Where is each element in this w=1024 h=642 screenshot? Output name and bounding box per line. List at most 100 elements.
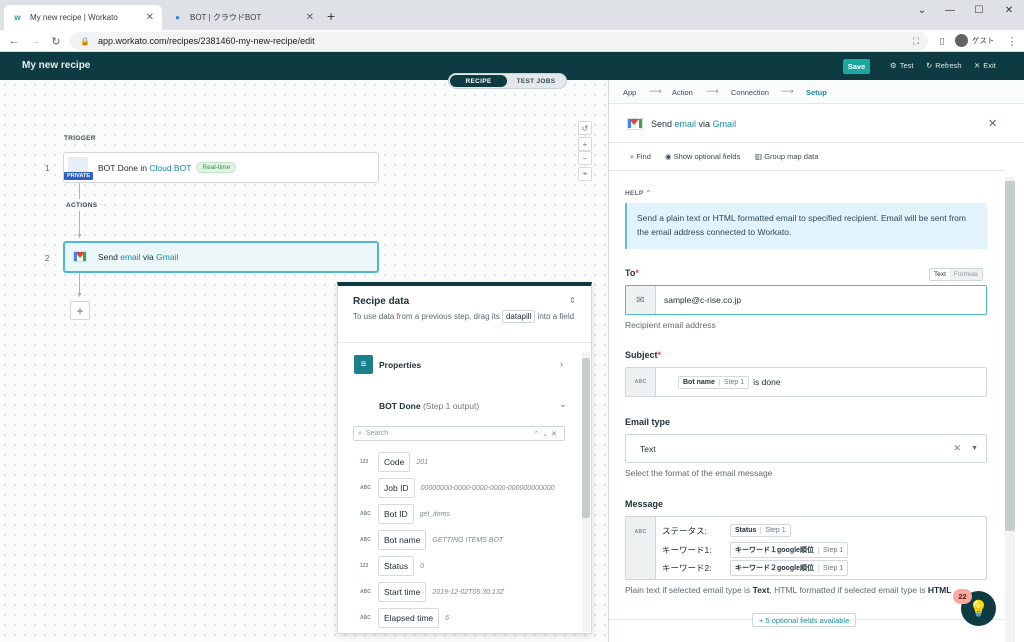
to-field[interactable]: ✉ sample@c-rise.co.jp <box>625 285 987 315</box>
step-number: 2 <box>45 254 50 263</box>
to-value[interactable]: sample@c-rise.co.jp <box>664 295 741 305</box>
pill-sample-value: 0 <box>420 562 425 570</box>
pill-row[interactable]: 123 Code 201 <box>360 452 428 472</box>
pill-row[interactable]: ABC Bot name GETTING ITEMS BOT <box>360 530 503 550</box>
datapill[interactable]: Job ID <box>378 478 415 498</box>
maximize-icon[interactable]: ☐ <box>964 0 994 20</box>
arrow-right-icon: ⟶ <box>781 86 794 96</box>
show-optional-fields-button[interactable]: ◉ Show optional fields <box>665 152 740 161</box>
refresh-icon: ↻ <box>926 61 933 70</box>
rotate-icon[interactable]: ↺ <box>578 121 592 135</box>
envelope-icon: ✉ <box>626 286 656 314</box>
pill-row[interactable]: ABC Start time 2019-12-02T05:30:13Z <box>360 582 504 602</box>
breadcrumb-connection[interactable]: Connection <box>731 88 769 97</box>
gmail-icon <box>73 251 87 262</box>
more-menu-icon[interactable]: ⋮ <box>1004 33 1020 49</box>
translate-icon[interactable]: ⛶ <box>908 33 924 49</box>
pill-row[interactable]: 123 Status 0 <box>360 556 424 576</box>
window-close-icon[interactable]: ✕ <box>994 0 1024 20</box>
gmail-icon <box>627 118 643 130</box>
datapill[interactable]: Elapsed time <box>378 608 440 628</box>
to-hint: Recipient email address <box>625 320 716 330</box>
fit-view-icon[interactable]: ⌖ <box>578 167 592 181</box>
chevron-down-icon[interactable]: ⌄ <box>907 0 937 20</box>
sidebar-icon[interactable]: ▯ <box>934 33 950 49</box>
trigger-step-card[interactable]: BOT Done in Cloud BOT Real-time <box>63 152 379 183</box>
find-button[interactable]: ⌕ Find <box>630 152 651 162</box>
exit-button[interactable]: ✕ Exit <box>974 61 996 70</box>
datapill-bot-name[interactable]: Bot name Step 1 <box>678 375 750 389</box>
expand-icon[interactable]: ⇕ <box>569 296 576 305</box>
chevron-down-icon[interactable]: ⌄ <box>559 399 567 410</box>
datapill[interactable]: Start time <box>378 582 427 602</box>
subject-label: Subject* <box>625 350 661 360</box>
search-icon: ⌕ <box>630 152 635 161</box>
datapill[interactable]: Bot name <box>378 530 427 550</box>
pill-row[interactable]: ABC Elapsed time 6 <box>360 608 449 628</box>
scrollbar-thumb[interactable] <box>1005 181 1015 531</box>
optional-fields-button[interactable]: + 5 optional fields available <box>752 613 857 627</box>
title-mid: via <box>696 119 713 129</box>
scrollbar-thumb[interactable] <box>582 358 590 518</box>
arrow-right-icon: ⟶ <box>649 86 662 96</box>
properties-label[interactable]: Properties <box>379 360 421 370</box>
breadcrumb-app[interactable]: App <box>623 88 636 97</box>
forward-arrow-icon[interactable]: → <box>27 33 43 49</box>
step-number: 1 <box>45 164 50 173</box>
recipe-title[interactable]: My new recipe <box>22 60 90 71</box>
browser-tab-workato[interactable]: w My new recipe | Workato ✕ <box>4 5 162 30</box>
refresh-button[interactable]: ↻ Refresh <box>926 61 962 70</box>
datapill[interactable]: Status <box>378 556 415 576</box>
mode-formula-button[interactable]: Formula <box>949 269 982 280</box>
close-panel-icon[interactable]: ✕ <box>988 117 997 130</box>
pill-row[interactable]: ABC Bot ID get_items <box>360 504 450 524</box>
chevron-right-icon[interactable]: › <box>560 359 563 369</box>
breadcrumb-action[interactable]: Action <box>672 88 693 97</box>
tab-close-icon[interactable]: ✕ <box>306 12 314 23</box>
subject-label-text: Subject <box>625 350 658 360</box>
datapill-status[interactable]: Status Step 1 <box>730 524 791 537</box>
zoom-in-icon[interactable]: + <box>578 137 592 151</box>
zoom-out-icon[interactable]: − <box>578 151 592 165</box>
action-step-card[interactable]: Send email via Gmail <box>63 241 379 273</box>
subject-field[interactable]: ABC Bot name Step 1 is done <box>625 367 987 397</box>
group-map-data-button[interactable]: ▥ Group map data <box>755 152 818 161</box>
tab-close-icon[interactable]: ✕ <box>146 12 154 23</box>
mode-text-button[interactable]: Text <box>930 269 950 280</box>
browser-tab-bot[interactable]: ● BOT | クラウドBOT ✕ <box>164 5 322 30</box>
email-type-select[interactable]: Text ✕ ▼ <box>625 434 987 463</box>
datapill[interactable]: Code <box>378 452 411 472</box>
breadcrumb-setup[interactable]: Setup <box>806 88 827 97</box>
url-input[interactable]: 🔒 app.workato.com/recipes/2381460-my-new… <box>70 32 928 50</box>
search-nav-icons[interactable]: ⌃⌄✕ <box>533 430 564 438</box>
test-button[interactable]: ⚙ Test <box>890 61 914 70</box>
reload-icon[interactable]: ↻ <box>48 33 64 49</box>
new-tab-icon[interactable]: + <box>327 8 335 24</box>
clear-icon[interactable]: ✕ <box>954 443 962 454</box>
tab-test-jobs[interactable]: TEST JOBS <box>507 75 565 87</box>
tab-recipe[interactable]: RECIPE <box>450 75 507 87</box>
add-step-button[interactable]: + <box>70 301 90 320</box>
private-badge: PRIVATE <box>64 172 94 180</box>
datapill-keyword-2[interactable]: キーワード２google順位 Step 1 <box>730 560 849 576</box>
minimize-icon[interactable]: — <box>935 0 965 20</box>
recipe-data-description: To use data from a previous step, drag i… <box>353 310 578 323</box>
back-arrow-icon[interactable]: ← <box>6 33 22 49</box>
datapill-keyword-1[interactable]: キーワード１google順位 Step 1 <box>730 542 849 558</box>
message-line-text: キーワード2: <box>662 563 712 573</box>
dropdown-caret-icon[interactable]: ▼ <box>971 445 978 452</box>
connector-arrow-icon: ▼ <box>76 292 83 299</box>
scrollbar-track[interactable] <box>1005 177 1015 642</box>
scrollbar-track[interactable] <box>582 352 590 632</box>
workato-favicon-icon: w <box>14 13 21 22</box>
step-output-header[interactable]: BOT Done (Step 1 output) <box>379 401 479 411</box>
chevron-up-icon: ⌃ <box>645 190 652 197</box>
save-button[interactable]: Save <box>843 59 870 74</box>
pill-search-input[interactable]: ⌕ Search ⌃⌄✕ <box>353 426 565 441</box>
help-toggle[interactable]: HELP ⌃ <box>625 189 651 197</box>
message-field[interactable]: ABC ステータス: Status Step 1 キーワード1: キーワード１go… <box>625 516 987 580</box>
profile-button[interactable]: ゲスト <box>955 34 995 47</box>
optional-label: Show optional fields <box>673 152 741 161</box>
pill-row[interactable]: ABC Job ID 00000000-0000-0000-0000-00000… <box>360 478 554 498</box>
datapill[interactable]: Bot ID <box>378 504 414 524</box>
